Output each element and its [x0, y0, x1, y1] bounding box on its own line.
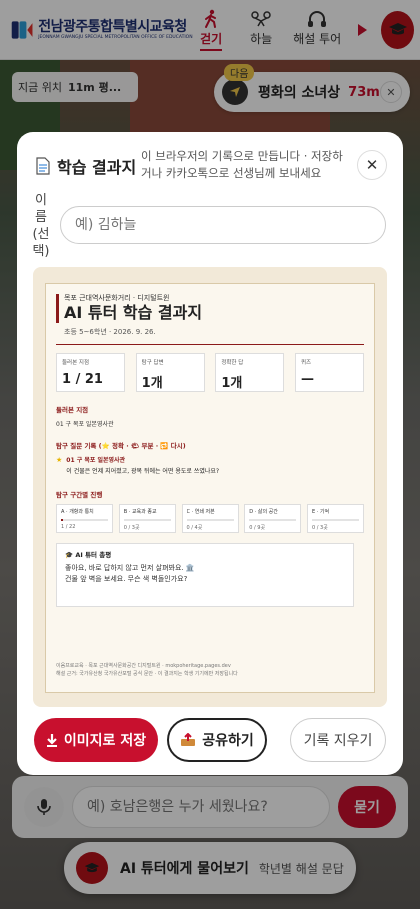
stat-label: 둘러본 지점: [62, 360, 90, 366]
tutor-review: 🎓 AI 튜터 총평 좋아요, 바로 답하지 않고 먼저 살펴봐요. 🏛️ 건물…: [56, 543, 354, 607]
report-title: AI 튜터 학습 결과지: [56, 303, 364, 323]
name-label: 이름(선택): [32, 193, 50, 259]
close-modal-button[interactable]: ✕: [357, 150, 387, 180]
section-count: 0 / 4곳: [186, 525, 203, 531]
review-line: 좋아요, 바로 답하지 않고 먼저 살펴봐요. 🏛️: [65, 564, 195, 572]
save-image-button[interactable]: 이미지로 저장: [34, 718, 158, 762]
save-image-label: 이미지로 저장: [63, 733, 147, 749]
share-icon: [181, 733, 196, 746]
name-input[interactable]: [60, 206, 386, 244]
progress-track: [186, 519, 234, 521]
modal-actions: 이미지로 저장 공유하기 기록 지우기: [34, 718, 386, 762]
section-progress: C · 연쇄 저본 0 / 4곳: [181, 504, 239, 533]
report-stats: 둘러본 지점 1 / 21 탐구 답변 1개 정확한 답 1개 퀴즈 —: [56, 353, 364, 392]
progress-track: [61, 519, 108, 521]
section-progress: D · 삶의 공간 0 / 9곳: [244, 504, 302, 533]
visited-item: 01 구 목포 일본영사관: [56, 421, 114, 428]
modal-description: 이 브라우저의 기록으로 만듭니다 · 저장하거나 카카오톡으로 선생님께 보내…: [141, 149, 343, 180]
footer-line: 이음프로교육 · 목포 근대역사문화공간 디지털트윈 · mokpoherita…: [56, 663, 231, 669]
section-name: A · 개항과 통치: [61, 509, 94, 515]
download-icon: [46, 734, 57, 747]
section-count: 0 / 9곳: [249, 525, 266, 531]
section-name: E · 기억: [312, 509, 330, 515]
section-count: 0 / 3곳: [312, 525, 328, 531]
question-record: ★ 01 구 목포 일본영사관 이 건물은 언제 지어졌고, 광복 뒤에는 어떤…: [56, 455, 364, 477]
report-meta: 초등 5~6학년 · 2026. 9. 26.: [64, 328, 156, 336]
section-progress: B · 교육과 종교 0 / 3곳: [118, 504, 176, 533]
stat-label: 정확한 답: [221, 360, 244, 366]
share-button[interactable]: 공유하기: [167, 718, 267, 762]
report-venue: 목포 근대역사문화거리 · 디지털트윈: [56, 294, 364, 303]
progress-track: [249, 519, 297, 521]
section-name: B · 교육과 종교: [123, 509, 157, 515]
section-progress: A · 개항과 통치 1 / 22: [56, 504, 113, 533]
question-heading: 탐구 질문 기록 (⭐ 정확 · 🌤 부분 · 🔁 다시): [56, 442, 186, 450]
review-heading: 🎓 AI 튜터 총평: [65, 551, 112, 559]
stat-value: 1개: [221, 376, 243, 391]
star-icon: ★: [56, 456, 63, 464]
section-progress: E · 기억 0 / 3곳: [307, 504, 364, 533]
sections-heading: 탐구 구간별 진행: [56, 491, 103, 499]
stat-label: 탐구 답변: [141, 360, 164, 366]
report-preview: 목포 근대역사문화거리 · 디지털트윈 AI 튜터 학습 결과지 초등 5~6학…: [33, 267, 387, 707]
stat-card: 정확한 답 1개: [215, 353, 285, 392]
stat-card: 둘러본 지점 1 / 21: [56, 353, 125, 392]
modal-title: 학습 결과지: [35, 154, 136, 178]
modal-title-text: 학습 결과지: [57, 158, 137, 177]
report-sheet: 목포 근대역사문화거리 · 디지털트윈 AI 튜터 학습 결과지 초등 5~6학…: [45, 283, 375, 693]
footer-line: 해설 근거: 국가유산청 국가유산포털 공식 문안 · 이 결과지는 학생 기기…: [56, 671, 238, 677]
progress-track: [312, 519, 359, 521]
learning-report-modal: 학습 결과지 이 브라우저의 기록으로 만듭니다 · 저장하거나 카카오톡으로 …: [17, 132, 403, 775]
section-count: 1 / 22: [61, 524, 76, 530]
visited-heading: 둘러본 지점: [56, 406, 89, 414]
progress-fill: [61, 519, 64, 521]
divider: [56, 344, 364, 345]
question-text: 이 건물은 언제 지어졌고, 광복 뒤에는 어떤 용도로 쓰였나요?: [66, 468, 220, 475]
modal-header: 학습 결과지 이 브라우저의 기록으로 만듭니다 · 저장하거나 카카오톡으로 …: [35, 148, 387, 198]
review-text: 좋아요, 바로 답하지 않고 먼저 살펴봐요. 🏛️ 건물 앞 벽을 보세요. …: [65, 563, 345, 585]
share-label: 공유하기: [202, 733, 254, 749]
question-place: 01 구 목포 일본영사관: [66, 457, 126, 464]
section-progress-list: A · 개항과 통치 1 / 22 B · 교육과 종교 0 / 3곳 C · …: [56, 504, 364, 533]
document-icon: [36, 157, 50, 175]
section-count: 0 / 3곳: [123, 525, 140, 531]
stat-label: 퀴즈: [300, 360, 312, 366]
progress-track: [123, 519, 171, 521]
review-line: 건물 앞 벽을 보세요. 무슨 색 벽돌인가요?: [65, 575, 188, 583]
stat-card: 퀴즈 —: [294, 353, 364, 392]
clear-records-button[interactable]: 기록 지우기: [290, 718, 386, 762]
section-name: D · 삶의 공간: [249, 509, 278, 515]
stat-card: 탐구 답변 1개: [135, 353, 205, 392]
section-name: C · 연쇄 저본: [186, 509, 215, 515]
report-footer: 이음프로교육 · 목포 근대역사문화공간 디지털트윈 · mokpoherita…: [56, 662, 366, 678]
stat-value: 1개: [141, 376, 163, 391]
stat-value: 1 / 21: [62, 372, 103, 387]
close-icon: ✕: [365, 156, 379, 174]
stat-value: —: [300, 372, 314, 387]
